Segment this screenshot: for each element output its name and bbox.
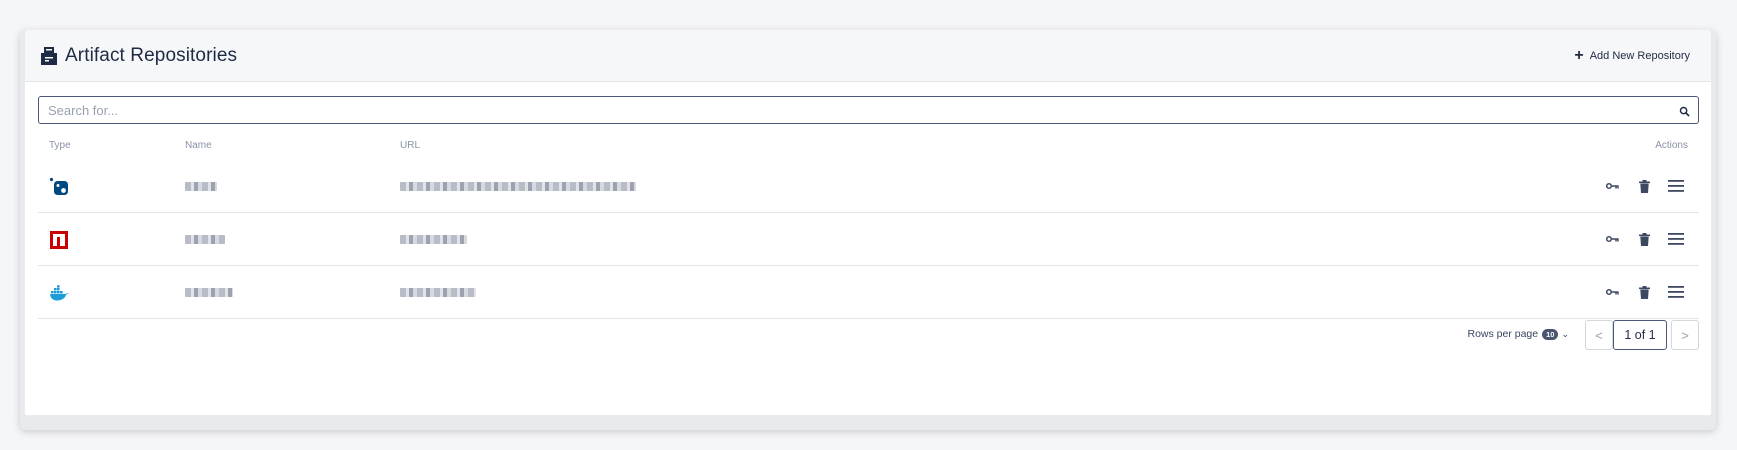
trash-icon[interactable]	[1635, 282, 1653, 302]
menu-icon[interactable]	[1667, 176, 1685, 196]
repository-icon	[39, 46, 59, 66]
rows-per-page-label: Rows per page	[1467, 328, 1539, 340]
search-box	[38, 96, 1699, 124]
nuget-icon	[49, 177, 69, 197]
menu-icon[interactable]	[1667, 229, 1685, 249]
column-type[interactable]: Type	[49, 140, 71, 151]
plus-icon: +	[1574, 46, 1584, 64]
table-row[interactable]	[38, 213, 1699, 266]
repositories-card: Artifact Repositories + Add New Reposito…	[25, 30, 1711, 415]
rows-per-page[interactable]: Rows per page 10 ⌄	[1467, 328, 1569, 340]
current-page: 1 of 1	[1613, 320, 1667, 350]
pagination: Rows per page 10 ⌄ < 1 of 1 >	[38, 320, 1699, 350]
npm-icon	[49, 230, 69, 250]
page-title: Artifact Repositories	[65, 44, 238, 66]
column-actions: Actions	[1655, 140, 1688, 151]
panel-frame: Artifact Repositories + Add New Reposito…	[20, 30, 1716, 430]
repository-url-redacted	[400, 288, 476, 297]
key-icon[interactable]	[1603, 229, 1621, 249]
rows-per-page-value[interactable]: 10	[1542, 328, 1559, 340]
docker-icon	[49, 283, 69, 303]
column-url[interactable]: URL	[400, 140, 420, 151]
next-page-button[interactable]: >	[1671, 320, 1699, 350]
repository-name-redacted	[185, 288, 233, 297]
trash-icon[interactable]	[1635, 176, 1653, 196]
repository-url-redacted	[400, 182, 636, 191]
menu-icon[interactable]	[1667, 282, 1685, 302]
trash-icon[interactable]	[1635, 229, 1653, 249]
chevron-down-icon[interactable]: ⌄	[1561, 329, 1569, 340]
search-input[interactable]	[39, 102, 1698, 118]
key-icon[interactable]	[1603, 282, 1621, 302]
table-header: Type Name URL Actions	[38, 137, 1699, 155]
repository-name-redacted	[185, 235, 225, 244]
row-actions	[1603, 282, 1685, 302]
card-header: Artifact Repositories + Add New Reposito…	[25, 30, 1711, 82]
add-repository-label: Add New Repository	[1589, 49, 1690, 62]
row-actions	[1603, 229, 1685, 249]
prev-page-button[interactable]: <	[1585, 320, 1613, 350]
key-icon[interactable]	[1603, 176, 1621, 196]
search-icon[interactable]	[1679, 104, 1690, 122]
repository-url-redacted	[400, 235, 467, 244]
column-name[interactable]: Name	[185, 140, 212, 151]
add-repository-button[interactable]: + Add New Repository	[1568, 44, 1696, 68]
table-row[interactable]	[38, 266, 1699, 319]
table-row[interactable]	[38, 160, 1699, 213]
row-actions	[1603, 176, 1685, 196]
repository-name-redacted	[185, 182, 217, 191]
